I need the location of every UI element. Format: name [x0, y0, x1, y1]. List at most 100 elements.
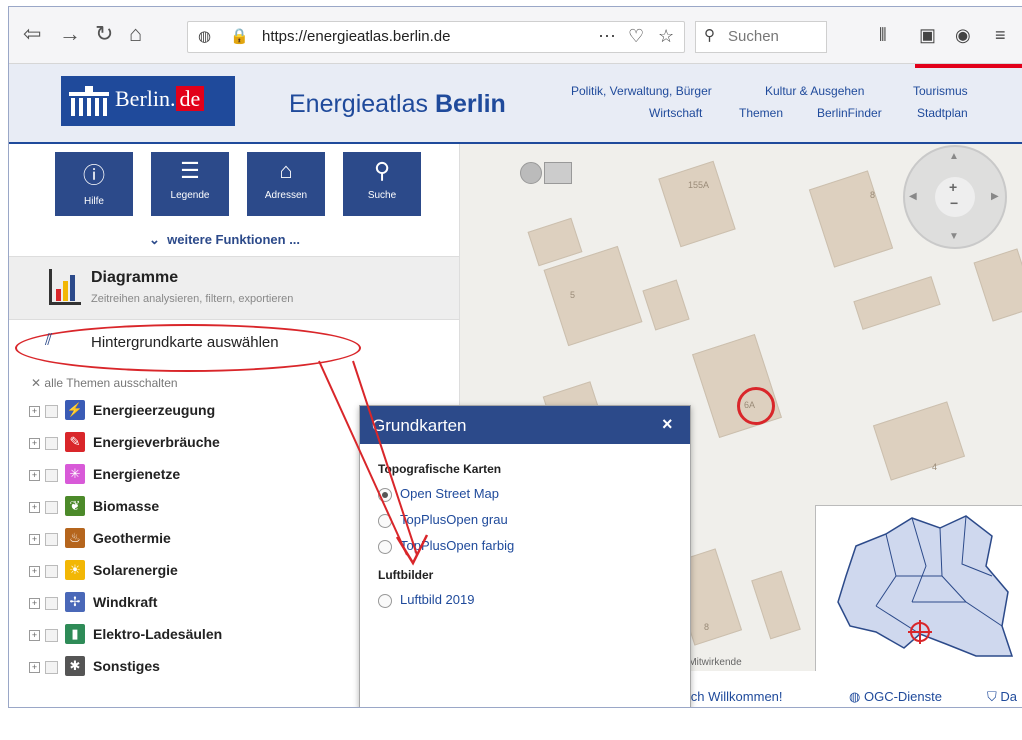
expand-icon[interactable]: + — [29, 406, 40, 417]
ogc-services-label: OGC-Dienste — [863, 689, 942, 704]
theme-checkbox[interactable] — [45, 405, 58, 418]
close-icon[interactable]: × — [662, 414, 673, 435]
diagramme-section[interactable]: Diagramme Zeitreihen analysieren, filter… — [9, 256, 459, 320]
expand-icon[interactable]: + — [29, 502, 40, 513]
theme-checkbox[interactable] — [45, 597, 58, 610]
option-luftbild-2019[interactable]: Luftbild 2019 — [378, 592, 474, 608]
theme-checkbox[interactable] — [45, 437, 58, 450]
more-icon[interactable]: ⋯ — [598, 26, 616, 47]
zoom-out-icon[interactable]: − — [950, 195, 958, 211]
overview-map[interactable] — [815, 505, 1022, 677]
pan-right-icon[interactable]: ▶ — [991, 191, 999, 202]
option-topplusopen-grau[interactable]: TopPlusOpen grau — [378, 512, 508, 528]
browser-toolbar: ⇦ → ↻ ⌂ ◍ 🔒 https://energieatlas.berlin.… — [9, 7, 1022, 64]
search-button[interactable]: ⚲ Suche — [343, 152, 421, 216]
data-link-label: Da — [1000, 689, 1017, 704]
theme-checkbox[interactable] — [45, 565, 58, 578]
radio-unselected[interactable] — [378, 539, 392, 554]
dialog-title: Grundkarten — [372, 416, 467, 435]
berlin-logo[interactable]: Berlin. de — [61, 76, 235, 126]
map-navigation-control[interactable]: ▲ ▼ ◀ ▶ + − — [903, 145, 1007, 249]
site-header: Berlin. de Energieatlas Berlin Politik, V… — [9, 64, 1022, 144]
theme-checkbox[interactable] — [45, 469, 58, 482]
all-themes-off-label: alle Themen ausschalten — [44, 376, 178, 390]
house-search-icon: ⌂ — [279, 158, 293, 183]
data-link[interactable]: ⛉ Da — [987, 689, 1017, 705]
building-label: 155A — [688, 180, 710, 190]
theme-label: Biomasse — [93, 498, 160, 514]
menu-wirtschaft[interactable]: Wirtschaft — [649, 106, 702, 120]
search-field[interactable]: ⚲ Suchen — [695, 21, 827, 53]
help-label: Hilfe — [83, 196, 104, 207]
bookmark-star-icon[interactable]: ☆ — [658, 26, 674, 47]
forward-icon[interactable]: → — [59, 21, 81, 47]
search-label: Suche — [367, 190, 397, 201]
expand-icon[interactable]: + — [29, 534, 40, 545]
theme-label: Energienetze — [93, 466, 181, 482]
legend-label: Legende — [170, 190, 210, 201]
theme-checkbox[interactable] — [45, 501, 58, 514]
expand-icon[interactable]: + — [29, 470, 40, 481]
option-topplusopen-farbig[interactable]: TopPlusOpen farbig — [378, 538, 514, 554]
address-label: Adressen — [264, 190, 308, 201]
shield-check-icon: ⛉ — [987, 689, 1001, 704]
theme-checkbox[interactable] — [45, 661, 58, 674]
building — [751, 570, 801, 640]
building — [543, 245, 643, 347]
diagramme-subtitle: Zeitreihen analysieren, filtern, exporti… — [91, 293, 294, 305]
theme-checkbox[interactable] — [45, 629, 58, 642]
pocket-icon[interactable]: ♡ — [628, 26, 644, 47]
theme-checkbox[interactable] — [45, 533, 58, 546]
welcome-link[interactable]: lich Willkommen! — [685, 689, 783, 704]
sidebar-icon[interactable]: ▣ — [919, 25, 936, 46]
legend-button[interactable]: ☰ Legende — [151, 152, 229, 216]
pan-left-icon[interactable]: ◀ — [909, 191, 917, 202]
site-title: Energieatlas Berlin — [289, 90, 506, 118]
address-button[interactable]: ⌂ Adressen — [247, 152, 325, 216]
globe-icon: ◍ — [849, 689, 864, 704]
expand-icon[interactable]: + — [29, 438, 40, 449]
all-themes-off[interactable]: ✕ alle Themen ausschalten — [31, 376, 178, 390]
theme-label: Geothermie — [93, 530, 171, 546]
list-icon: ☰ — [180, 158, 200, 183]
menu-themen[interactable]: Themen — [739, 106, 783, 120]
radio-unselected[interactable] — [378, 513, 392, 528]
bar-chart-icon — [49, 269, 81, 305]
menu-politik[interactable]: Politik, Verwaltung, Bürger — [571, 84, 712, 98]
zoom-control: + − — [935, 177, 975, 217]
reload-icon[interactable]: ↻ — [95, 21, 113, 47]
expand-icon[interactable]: + — [29, 566, 40, 577]
menu-kultur[interactable]: Kultur & Ausgehen — [765, 84, 864, 98]
option-label: TopPlusOpen grau — [400, 512, 508, 527]
background-map-selector[interactable]: ⫽ Hintergrundkarte auswählen — [9, 322, 459, 372]
expand-icon[interactable]: + — [29, 598, 40, 609]
menu-tourismus[interactable]: Tourismus — [913, 84, 968, 98]
ogc-services-link[interactable]: ◍ OGC-Dienste — [849, 689, 942, 705]
help-button[interactable]: ⓘ Hilfe — [55, 152, 133, 216]
option-open-street-map[interactable]: Open Street Map — [378, 486, 499, 502]
pan-up-icon[interactable]: ▲ — [949, 151, 959, 162]
plug-icon: ✎ — [65, 432, 85, 452]
radio-selected[interactable] — [378, 487, 392, 502]
radio-unselected[interactable] — [378, 593, 392, 608]
menu-stadtplan[interactable]: Stadtplan — [917, 106, 968, 120]
account-icon[interactable]: ◉ — [955, 25, 971, 46]
back-icon[interactable]: ⇦ — [23, 21, 41, 47]
home-icon[interactable]: ⌂ — [129, 21, 142, 47]
building — [642, 279, 690, 331]
library-icon[interactable]: ⫴ — [879, 25, 887, 46]
globe-icon[interactable] — [520, 162, 542, 184]
expand-icon[interactable]: + — [29, 630, 40, 641]
expand-icon[interactable]: + — [29, 662, 40, 673]
pan-down-icon[interactable]: ▼ — [949, 231, 959, 242]
more-functions-toggle[interactable]: ⌄ weitere Funktionen ... — [149, 232, 300, 248]
measure-icon[interactable] — [544, 162, 572, 184]
building-label: 5 — [570, 290, 576, 300]
url-bar[interactable]: ◍ 🔒 https://energieatlas.berlin.de ⋯ ♡ ☆ — [187, 21, 685, 53]
zoom-in-icon[interactable]: + — [949, 179, 957, 195]
hamburger-icon[interactable]: ≡ — [995, 25, 1006, 46]
menu-berlinfinder[interactable]: BerlinFinder — [817, 106, 882, 120]
highlight-circle — [737, 387, 775, 425]
theme-label: Sonstiges — [93, 658, 160, 674]
building-label: 8 — [704, 622, 710, 632]
